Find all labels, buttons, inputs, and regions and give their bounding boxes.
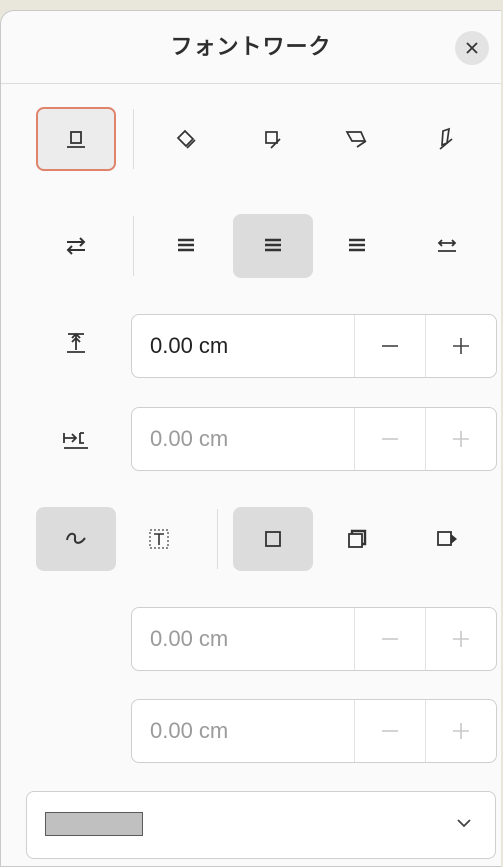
minus-icon [380,429,400,449]
shadow-color-dropdown[interactable] [26,791,496,859]
minus-icon [380,336,400,356]
align-autosize-button[interactable] [407,214,487,278]
minus-icon [380,629,400,649]
distance-label [46,311,106,375]
slant-shadow-icon [435,528,459,550]
shadow-y-input[interactable]: 0.00 cm [132,700,354,762]
no-shadow-button[interactable] [233,507,313,571]
upright-icon [65,128,87,150]
text-frame-button[interactable] [119,507,199,571]
align-right-icon [346,236,368,256]
distance-spinbox: 0.00 cm [131,314,497,378]
indent-increase-button[interactable] [425,408,496,470]
separator [133,109,134,169]
align-autosize-icon [436,236,458,256]
shadow-y-increase-button[interactable] [425,700,496,762]
dialog-title: フォントワーク [170,35,332,60]
text-frame-icon [147,527,171,551]
slant-italic-button[interactable] [407,107,487,171]
shadow-x-increase-button[interactable] [425,608,496,670]
distance-icon [64,331,88,355]
shadow-color-swatch [45,812,143,836]
slant-vertical-button[interactable] [317,107,397,171]
contour-button[interactable] [36,507,116,571]
chevron-down-icon [455,814,473,832]
indent-input[interactable]: 0.00 cm [132,408,354,470]
rotate-button[interactable] [146,107,226,171]
contour-icon [63,528,89,550]
shadow-y-decrease-button[interactable] [354,700,425,762]
slant-horizontal-icon [261,127,285,151]
slant-shadow-button[interactable] [407,507,487,571]
shadow-x-decrease-button[interactable] [354,608,425,670]
shadow-y-spinbox: 0.00 cm [131,699,497,763]
indent-label [46,408,106,472]
align-left-button[interactable] [146,214,226,278]
plus-icon [451,336,471,356]
orientation-toggle-button[interactable] [36,214,116,278]
distance-increase-button[interactable] [425,315,496,377]
distance-input[interactable]: 0.00 cm [132,315,354,377]
indent-spinbox: 0.00 cm [131,407,497,471]
distance-decrease-button[interactable] [354,315,425,377]
indent-decrease-button[interactable] [354,408,425,470]
shadow-x-input[interactable]: 0.00 cm [132,608,354,670]
slant-italic-icon [436,127,458,151]
plus-icon [451,429,471,449]
separator [133,216,134,276]
plus-icon [451,629,471,649]
indent-icon [62,429,90,451]
vertical-shadow-icon [346,528,368,550]
separator [217,509,218,569]
shadow-x-spinbox: 0.00 cm [131,607,497,671]
no-shadow-icon [263,529,283,549]
align-right-button[interactable] [317,214,397,278]
rotate-icon [174,127,198,151]
slant-horizontal-button[interactable] [233,107,313,171]
close-icon [465,41,479,55]
orientation-toggle-icon [64,236,88,256]
slant-vertical-icon [344,127,370,151]
align-center-button[interactable] [233,214,313,278]
close-button[interactable] [455,31,489,65]
titlebar: フォントワーク [1,11,501,84]
plus-icon [451,721,471,741]
align-left-icon [175,236,197,256]
vertical-shadow-button[interactable] [317,507,397,571]
fontwork-dialog: フォントワーク 0.00 cm 0.00 cm 0.00 cm 0.00 cm [0,10,501,867]
upright-button[interactable] [36,107,116,171]
align-center-icon [262,236,284,256]
minus-icon [380,721,400,741]
